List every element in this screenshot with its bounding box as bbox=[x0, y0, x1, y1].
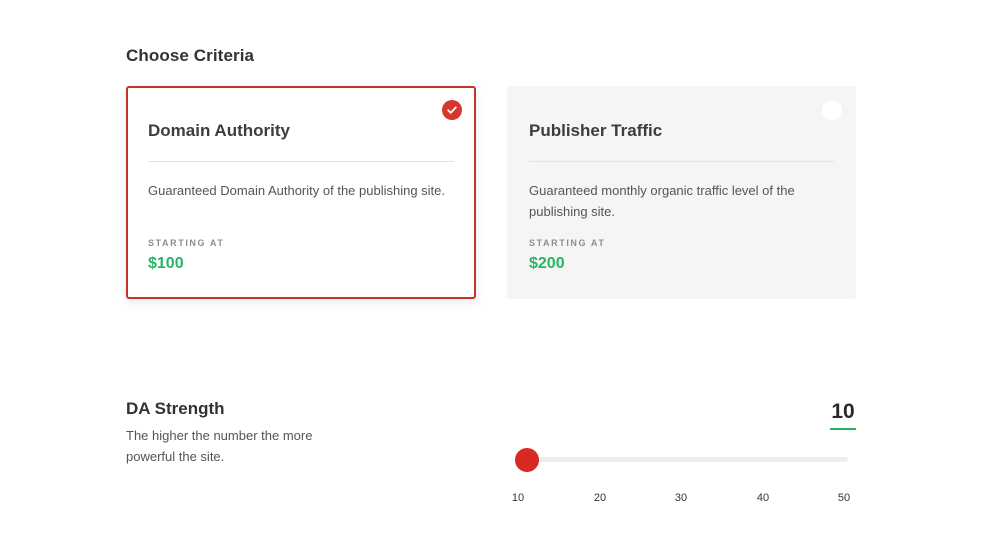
slider-tick-label: 20 bbox=[593, 492, 607, 504]
slider-tick-label: 10 bbox=[511, 492, 525, 504]
slider-tick-label: 40 bbox=[756, 492, 770, 504]
card-description: Guaranteed monthly organic traffic level… bbox=[529, 183, 795, 219]
card-title: Publisher Traffic bbox=[529, 121, 663, 140]
strength-slider-thumb[interactable] bbox=[515, 448, 539, 472]
card-price-label: STARTING AT bbox=[529, 238, 606, 248]
card-divider bbox=[529, 161, 834, 162]
strength-value-underline bbox=[830, 428, 856, 430]
strength-description: The higher the number the more powerful … bbox=[126, 428, 313, 464]
slider-tick-label: 30 bbox=[674, 492, 688, 504]
card-divider bbox=[148, 161, 454, 162]
card-price-label: STARTING AT bbox=[148, 238, 225, 248]
card-description: Guaranteed Domain Authority of the publi… bbox=[148, 183, 446, 198]
criteria-card-publisher-traffic[interactable]: Publisher Traffic Guaranteed monthly org… bbox=[507, 86, 856, 299]
card-price: $100 bbox=[148, 255, 184, 272]
card-title: Domain Authority bbox=[148, 121, 290, 140]
criteria-card-domain-authority[interactable]: Domain Authority Guaranteed Domain Autho… bbox=[126, 86, 476, 299]
strength-value: 10 bbox=[831, 400, 855, 423]
card-price: $200 bbox=[529, 255, 565, 272]
slider-tick-label: 50 bbox=[837, 492, 851, 504]
strength-title: DA Strength bbox=[126, 399, 225, 418]
section-title: Choose Criteria bbox=[126, 46, 255, 65]
strength-slider-track[interactable] bbox=[517, 457, 848, 462]
